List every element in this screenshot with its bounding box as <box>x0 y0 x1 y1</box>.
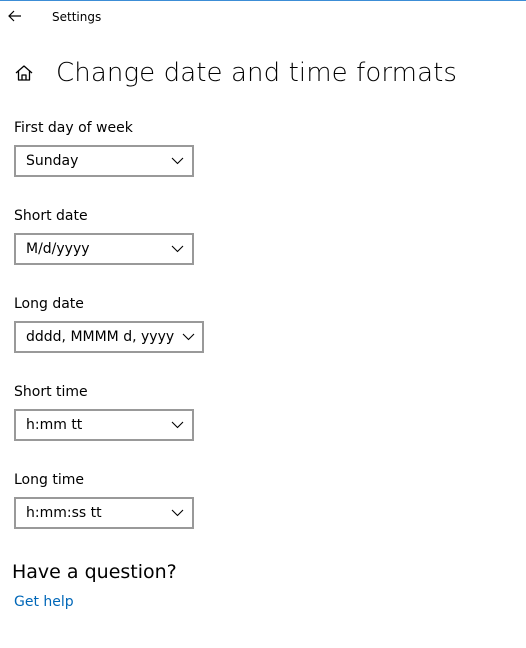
short-date-dropdown[interactable]: M/d/yyyy <box>14 233 194 265</box>
chevron-down-icon <box>170 418 184 432</box>
chevron-down-icon <box>170 154 184 168</box>
first-day-of-week-dropdown[interactable]: Sunday <box>14 145 194 177</box>
short-time-label: Short time <box>14 384 88 400</box>
page-title: Change date and time formats <box>56 58 458 88</box>
long-time-label: Long time <box>14 472 84 488</box>
short-date-field: Short date M/d/yyyy <box>14 207 194 265</box>
long-time-field: Long time h:mm:ss tt <box>14 471 194 529</box>
home-icon[interactable] <box>12 61 36 85</box>
back-arrow-icon <box>8 10 22 22</box>
short-date-label: Short date <box>14 208 88 224</box>
app-title: Settings <box>52 10 102 24</box>
dropdown-selected-value: Sunday <box>26 153 79 169</box>
help-heading: Have a question? <box>12 561 177 583</box>
long-time-dropdown[interactable]: h:mm:ss tt <box>14 497 194 529</box>
chevron-down-icon <box>170 242 184 256</box>
get-help-link[interactable]: Get help <box>14 594 74 610</box>
short-time-dropdown[interactable]: h:mm tt <box>14 409 194 441</box>
chevron-down-icon <box>182 330 195 344</box>
chevron-down-icon <box>170 506 184 520</box>
short-time-field: Short time h:mm tt <box>14 383 194 441</box>
long-date-label: Long date <box>14 296 84 312</box>
dropdown-selected-value: dddd, MMMM d, yyyy <box>26 329 175 345</box>
long-date-dropdown[interactable]: dddd, MMMM d, yyyy <box>14 321 204 353</box>
dropdown-selected-value: h:mm:ss tt <box>26 505 102 521</box>
back-button[interactable] <box>2 2 28 30</box>
settings-window: Settings Change date and time formats Fi… <box>0 0 526 648</box>
title-bar: Settings <box>0 1 526 33</box>
first-day-of-week-field: First day of week Sunday <box>14 119 194 177</box>
first-day-of-week-label: First day of week <box>14 120 133 136</box>
long-date-field: Long date dddd, MMMM d, yyyy <box>14 295 204 353</box>
dropdown-selected-value: M/d/yyyy <box>26 241 90 257</box>
page-header: Change date and time formats <box>12 53 457 93</box>
dropdown-selected-value: h:mm tt <box>26 417 83 433</box>
